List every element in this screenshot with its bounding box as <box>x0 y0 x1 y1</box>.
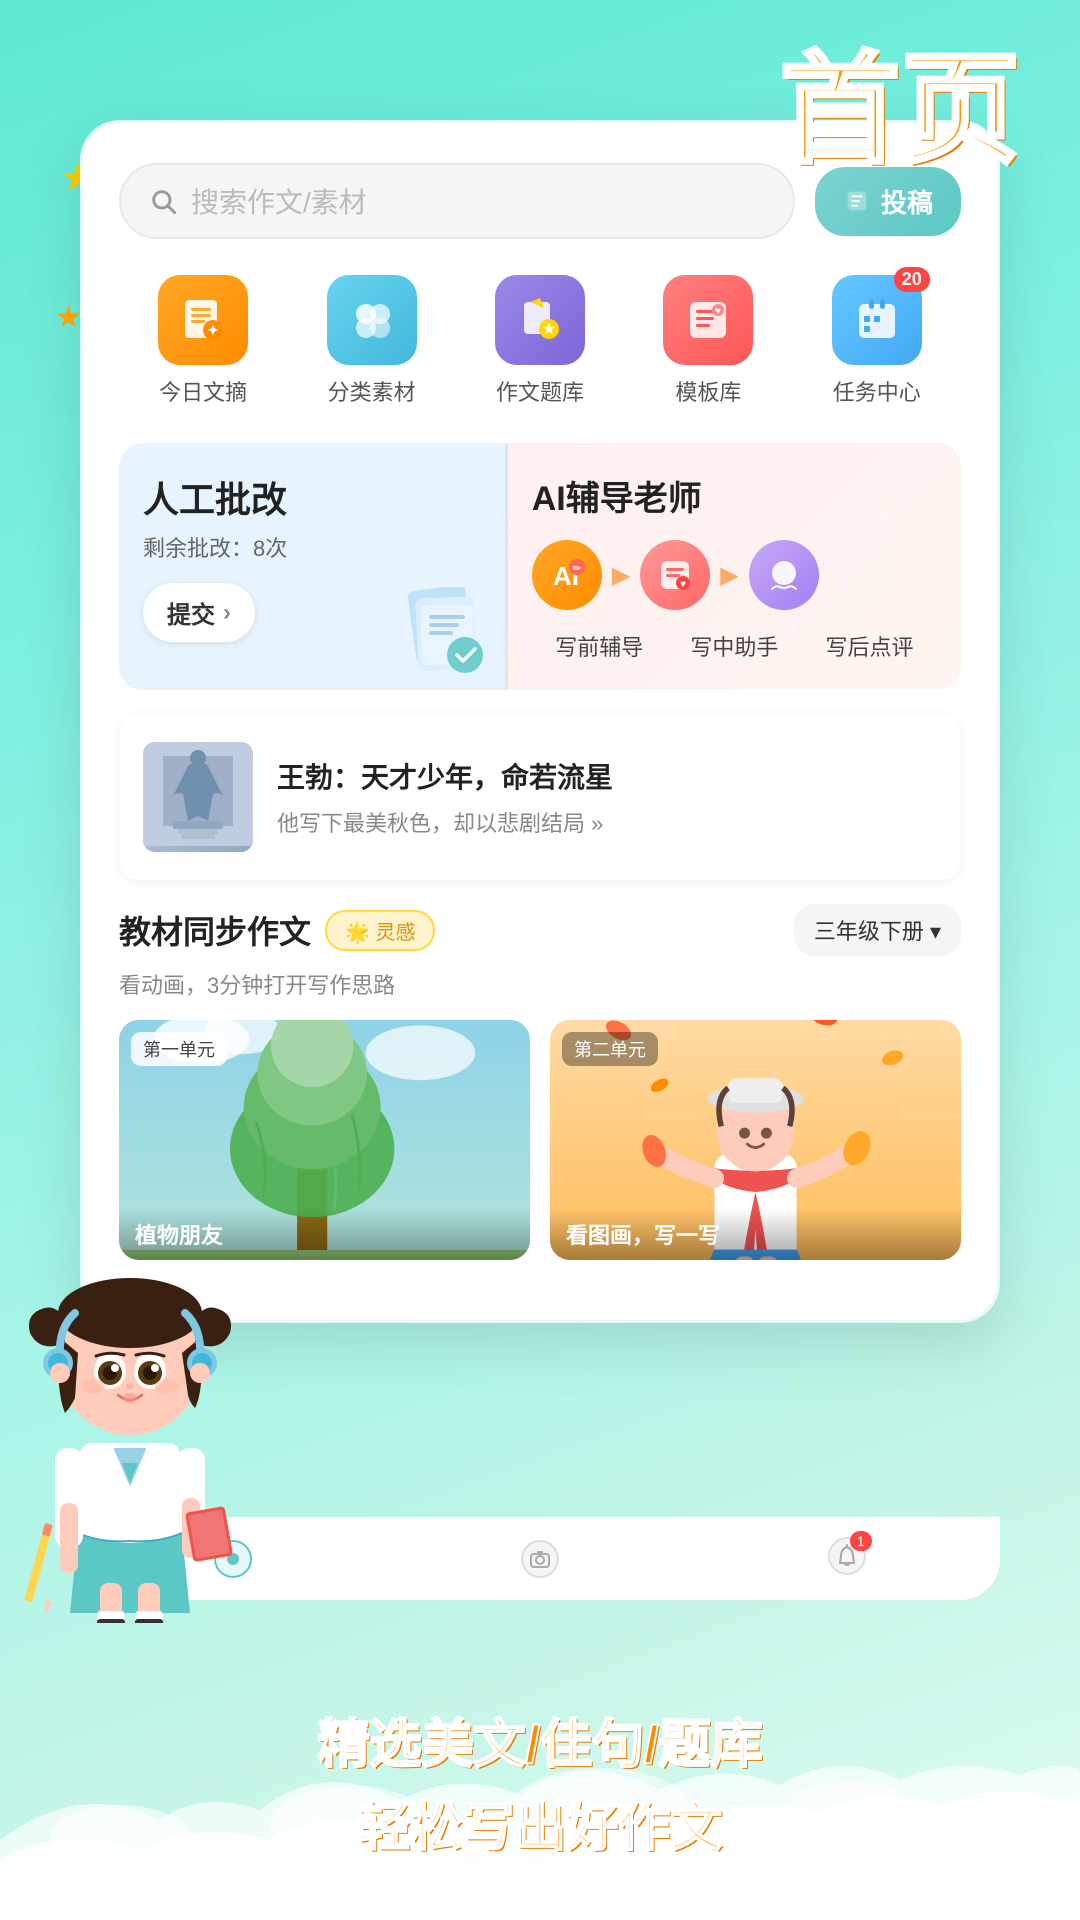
task-center-badge: 20 <box>894 267 930 292</box>
categorized-material-icon <box>327 275 417 365</box>
svg-text:♥: ♥ <box>680 579 686 590</box>
human-correction-panel[interactable]: 人工批改 剩余批改：8次 提交 › <box>119 443 505 690</box>
nav-label-template-bank: 模板库 <box>675 375 741 407</box>
svg-text:★: ★ <box>542 321 556 338</box>
daily-digest-icon: ✦ <box>158 275 248 365</box>
linggan-label: 🌟 灵感 <box>345 916 415 945</box>
nav-item-composition-bank[interactable]: ★ 作文题库 <box>495 275 585 407</box>
chevron-right-icon: › <box>223 599 231 627</box>
nav-icons-row: ✦ 今日文摘 分类素材 ★ <box>119 275 961 407</box>
bottom-nav-camera[interactable] <box>519 1538 561 1580</box>
nav-item-template-bank[interactable]: ♥ 模板库 <box>663 275 753 407</box>
textbook-subtitle: 看动画，3分钟打开写作思路 <box>119 968 961 1000</box>
svg-text:✏: ✏ <box>572 563 582 575</box>
card1-unit-badge: 第一单元 <box>131 1032 227 1066</box>
correction-section: 人工批改 剩余批改：8次 提交 › <box>119 443 961 690</box>
nav-item-categorized-material[interactable]: 分类素材 <box>327 275 417 407</box>
notification-badge: 1 <box>850 1531 872 1551</box>
ai-tutor-panel[interactable]: AI辅导老师 AI ✏ ▶ <box>508 443 961 690</box>
submit-icon <box>843 187 871 215</box>
article-thumb-visual <box>143 742 253 852</box>
textbook-cards: 第一单元 植物朋友 <box>119 1020 961 1260</box>
article-title: 王勃：天才少年，命若流星 <box>277 756 937 796</box>
nav-label-task-center: 任务中心 <box>833 375 921 407</box>
article-thumbnail <box>143 742 253 852</box>
nav-item-task-center[interactable]: 20 任务中心 <box>832 275 922 407</box>
ai-step-labels: 写前辅导 写中助手 写后点评 <box>532 630 937 662</box>
submit-action-button[interactable]: 提交 › <box>143 583 255 642</box>
nav-item-daily-digest[interactable]: ✦ 今日文摘 <box>158 275 248 407</box>
ai-step-1-icon: AI ✏ <box>532 540 602 610</box>
textbook-title: 教材同步作文 <box>119 907 311 953</box>
correction-remaining: 剩余批改：8次 <box>143 531 481 563</box>
promo-text-line1: 精选美文/佳句/题库 <box>0 1702 1080 1777</box>
article-content: 王勃：天才少年，命若流星 他写下最美秋色，却以悲剧结局 » <box>277 756 937 838</box>
bottom-text-section: 精选美文/佳句/题库 轻松写出好作文 <box>0 1702 1080 1860</box>
bottom-nav-notifications[interactable]: 1 <box>826 1535 868 1582</box>
camera-icon <box>519 1538 561 1580</box>
textbook-card-draw-write[interactable]: 第二单元 看图画，写一写 <box>550 1020 961 1260</box>
arrow-icon-2: ▶ <box>720 561 738 590</box>
card2-unit-badge: 第二单元 <box>562 1032 658 1066</box>
svg-text:♥: ♥ <box>715 306 721 317</box>
submit-action-label: 提交 <box>167 595 215 630</box>
promo-text-line2: 轻松写出好作文 <box>0 1785 1080 1860</box>
search-input-wrap[interactable]: 搜索作文/素材 <box>119 163 795 239</box>
textbook-header: 教材同步作文 🌟 灵感 三年级下册 ▾ <box>119 904 961 956</box>
submit-label: 投稿 <box>881 183 933 220</box>
card1-label: 植物朋友 <box>119 1208 530 1260</box>
ai-step-3-icon: 😊 <box>749 540 819 610</box>
arrow-icon-1: ▶ <box>612 561 630 590</box>
search-placeholder: 搜索作文/素材 <box>191 181 367 221</box>
correction-illustration <box>397 587 497 682</box>
article-desc: 他写下最美秋色，却以悲剧结局 » <box>277 806 937 838</box>
composition-bank-icon: ★ <box>495 275 585 365</box>
ai-step-label-3: 写后点评 <box>802 630 937 662</box>
home-icon <box>212 1538 254 1580</box>
main-card: 搜索作文/素材 投稿 ✦ 今日文摘 <box>80 120 1000 1323</box>
search-icon <box>149 187 177 215</box>
star-icon-2: ★ <box>55 300 82 335</box>
article-card[interactable]: 王勃：天才少年，命若流星 他写下最美秋色，却以悲剧结局 » <box>119 714 961 880</box>
ai-title: AI辅导老师 <box>532 471 937 520</box>
bottom-nav: 1 <box>80 1517 1000 1600</box>
grade-selector[interactable]: 三年级下册 ▾ <box>794 904 961 956</box>
correction-title: 人工批改 <box>143 471 481 523</box>
nav-label-daily-digest: 今日文摘 <box>159 375 247 407</box>
nav-label-categorized: 分类素材 <box>328 375 416 407</box>
nav-label-composition-bank: 作文题库 <box>496 375 584 407</box>
ai-step-2-icon: ♥ <box>640 540 710 610</box>
linggan-badge: 🌟 灵感 <box>325 910 435 951</box>
card2-label: 看图画，写一写 <box>550 1208 961 1260</box>
textbook-section: 教材同步作文 🌟 灵感 三年级下册 ▾ 看动画，3分钟打开写作思路 <box>119 904 961 1260</box>
grade-label: 三年级下册 ▾ <box>814 914 941 946</box>
textbook-card-plants[interactable]: 第一单元 植物朋友 <box>119 1020 530 1260</box>
ai-step-label-1: 写前辅导 <box>532 630 667 662</box>
ai-steps: AI ✏ ▶ ♥ ▶ <box>532 540 937 610</box>
page-title: 首页 <box>780 50 1020 170</box>
ai-step-label-2: 写中助手 <box>667 630 802 662</box>
textbook-title-wrap: 教材同步作文 🌟 灵感 <box>119 907 435 953</box>
svg-text:✦: ✦ <box>207 322 219 338</box>
template-bank-icon: ♥ <box>663 275 753 365</box>
bottom-nav-home[interactable] <box>212 1538 254 1580</box>
